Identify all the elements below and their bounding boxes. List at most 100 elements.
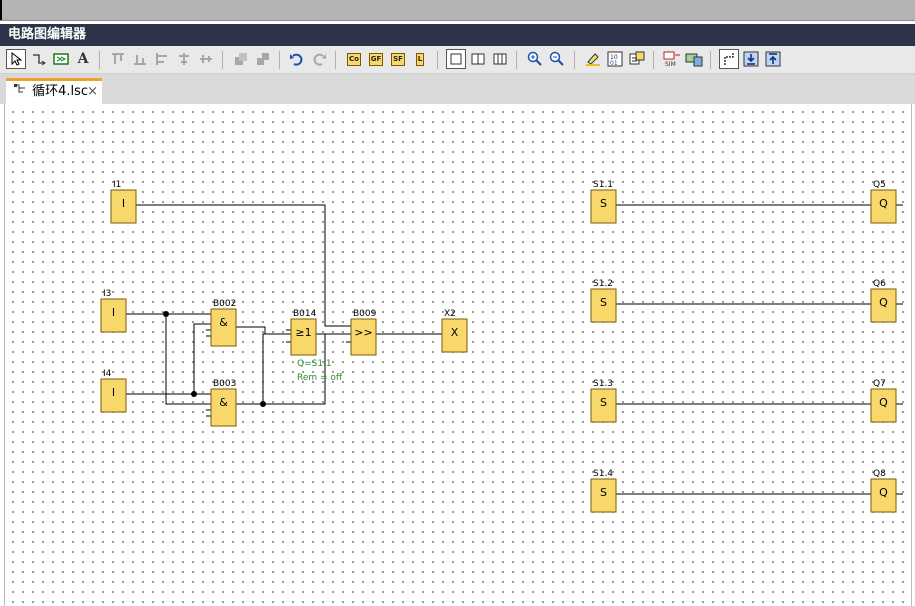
online-test-icon[interactable] <box>684 49 704 69</box>
block-s1-1[interactable]: S1.1 S <box>590 180 617 224</box>
wire-feedback <box>262 333 291 404</box>
block-symbol: ≥1 <box>295 326 311 339</box>
diagram-canvas[interactable]: I1 I I3 I I4 I B002 & B003 & B014 ≥1 B009 >> X2 X S1.1 S S… <box>4 104 912 606</box>
b009-param-q: Q=S1.1 <box>297 359 332 369</box>
block-i3[interactable]: I3I <box>100 289 127 333</box>
block-label: Q8 <box>873 469 886 479</box>
block-b003[interactable]: B003 & <box>210 379 237 427</box>
single-page-view-icon[interactable] <box>446 49 466 69</box>
redo-icon[interactable] <box>309 49 329 69</box>
circuit-diagram: I1II3II4IB002&B003&B014≥1B009>>X2XS1.1SS… <box>100 180 903 513</box>
sf-label: SF <box>391 52 405 66</box>
block-symbol: X <box>451 326 459 339</box>
toolbar-separator <box>516 51 517 69</box>
align-bottom-icon[interactable] <box>130 49 150 69</box>
block-x2[interactable]: X2 X <box>441 309 468 353</box>
align-right-icon[interactable] <box>196 49 216 69</box>
tab-document[interactable]: 循环4.lsc × <box>6 78 102 104</box>
strip-marker <box>0 0 2 20</box>
l-button[interactable]: L <box>410 49 430 69</box>
co-button[interactable]: Co <box>344 49 364 69</box>
blocks-layer: I1II3II4IB002&B003&B014≥1B009>>X2XS1.1SS… <box>100 180 897 513</box>
gf-button[interactable]: GF <box>366 49 386 69</box>
block-label: B014 <box>293 309 317 319</box>
upload-icon[interactable] <box>763 49 783 69</box>
block-q6[interactable]: Q6 Q <box>870 279 897 323</box>
toolbar-separator <box>710 51 711 69</box>
block-symbol: Q <box>879 396 888 409</box>
block-q5[interactable]: Q5 Q <box>870 180 897 224</box>
block-label: Q7 <box>873 379 886 389</box>
block-s1-4[interactable]: S1.4 S <box>590 469 617 513</box>
block-label: S1.1 <box>593 180 613 190</box>
block-q7[interactable]: Q7 Q <box>870 379 897 423</box>
block-symbol: I <box>112 386 115 399</box>
ungroup-icon[interactable] <box>253 49 273 69</box>
block-label: X2 <box>444 309 456 319</box>
block-symbol: S <box>600 486 607 499</box>
block-label: I4 <box>103 369 112 379</box>
block-label: B002 <box>213 299 236 309</box>
align-top-icon[interactable] <box>108 49 128 69</box>
zoom-out-icon[interactable] <box>547 49 567 69</box>
block-label: S1.4 <box>593 469 613 479</box>
window-title: 电路图编辑器 <box>0 24 915 46</box>
block-label: I3 <box>103 289 111 299</box>
diagram-file-icon <box>14 81 28 103</box>
connector-tool-icon[interactable] <box>29 49 49 69</box>
toolbar-separator <box>279 51 280 69</box>
block-properties-icon[interactable] <box>627 49 647 69</box>
block-symbol: S <box>600 396 607 409</box>
wire-b002-out <box>236 326 291 335</box>
block-b002[interactable]: B002 & <box>210 299 237 347</box>
toolbar-separator <box>99 51 100 69</box>
block-s1-3[interactable]: S1.3 S <box>590 379 617 423</box>
block-symbol: Q <box>879 197 888 210</box>
block-q8[interactable]: Q8 Q <box>870 469 897 513</box>
svg-text:SIM: SIM <box>665 61 676 67</box>
align-center-icon[interactable] <box>174 49 194 69</box>
three-page-view-icon[interactable] <box>490 49 510 69</box>
block-label: S1.2 <box>593 279 613 289</box>
align-left-icon[interactable] <box>152 49 172 69</box>
block-tool-icon[interactable] <box>51 49 71 69</box>
block-b009[interactable]: B009 >> <box>350 309 377 356</box>
block-symbol: I <box>112 306 115 319</box>
document-tabs: 循环4.lsc × <box>0 74 915 104</box>
highlight-icon[interactable] <box>583 49 603 69</box>
gf-label: GF <box>368 52 384 66</box>
group-icon[interactable] <box>231 49 251 69</box>
block-symbol: Q <box>879 296 888 309</box>
block-symbol: S <box>600 197 607 210</box>
close-tab-icon[interactable]: × <box>87 81 98 103</box>
toolbar: A Co GF SF L 10 01 SIM <box>0 46 915 74</box>
block-i4[interactable]: I4I <box>100 369 127 413</box>
sf-button[interactable]: SF <box>388 49 408 69</box>
block-label: I1 <box>113 180 121 190</box>
text-tool-icon[interactable]: A <box>73 49 93 69</box>
block-b014[interactable]: B014 ≥1 <box>290 309 317 356</box>
block-symbol: & <box>219 316 228 329</box>
connection-mode-icon[interactable] <box>719 49 739 69</box>
two-page-view-icon[interactable] <box>468 49 488 69</box>
block-label: S1.3 <box>593 379 613 389</box>
toolbar-separator <box>653 51 654 69</box>
simulation-icon[interactable]: SIM <box>662 49 682 69</box>
block-s1-2[interactable]: S1.2 S <box>590 279 617 323</box>
block-i1[interactable]: I1I <box>110 180 137 224</box>
block-symbol: Q <box>879 486 888 499</box>
download-icon[interactable] <box>741 49 761 69</box>
block-label: B009 <box>353 309 377 319</box>
q-stubs <box>896 204 903 495</box>
undo-icon[interactable] <box>287 49 307 69</box>
toolbar-separator <box>574 51 575 69</box>
wire-i4-split <box>193 323 211 394</box>
b009-param-rem: Rem = off <box>297 373 343 383</box>
toolbar-separator <box>335 51 336 69</box>
zoom-in-icon[interactable] <box>525 49 545 69</box>
block-label: Q5 <box>873 180 886 190</box>
toolbar-separator <box>222 51 223 69</box>
parameters-icon[interactable]: 10 01 <box>605 49 625 69</box>
top-strip <box>0 0 915 21</box>
pointer-tool-icon[interactable] <box>6 49 26 69</box>
